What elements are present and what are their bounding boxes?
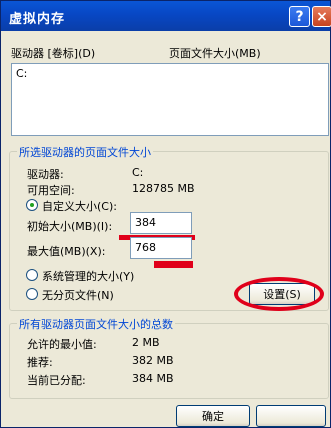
annotation-underline <box>154 261 193 268</box>
no-paging-radio[interactable] <box>26 288 38 300</box>
title-bar[interactable]: 虚拟内存 ? × <box>1 1 331 31</box>
drive-label: 驱动器: <box>27 168 64 181</box>
system-managed-radio[interactable] <box>26 269 38 281</box>
free-space-label: 可用空间: <box>27 184 75 197</box>
no-paging-label[interactable]: 无分页文件(N) <box>42 287 114 303</box>
selected-drive-group-title: 所选驱动器的页面文件大小 <box>17 144 153 160</box>
custom-size-radio[interactable] <box>26 199 38 211</box>
ok-button-label: 确定 <box>202 410 224 423</box>
free-space-value: 128785 MB <box>132 182 195 195</box>
initial-size-label: 初始大小(MB)(I): <box>27 220 113 233</box>
annotation-circle <box>234 277 324 311</box>
close-icon: × <box>316 8 328 25</box>
window-title: 虚拟内存 <box>9 12 66 27</box>
totals-group-title: 所有驱动器页面文件大小的总数 <box>17 316 175 332</box>
drive-list[interactable]: C: <box>11 63 329 136</box>
max-size-input[interactable]: 768 <box>130 237 192 259</box>
cancel-button[interactable] <box>256 405 326 427</box>
custom-size-label[interactable]: 自定义大小(C): <box>42 198 117 214</box>
close-button[interactable]: × <box>312 6 331 27</box>
max-size-label: 最大值(MB)(X): <box>27 245 106 258</box>
virtual-memory-dialog: 虚拟内存 ? × 驱动器 [卷标](D) 页面文件大小(MB) C: 所选驱动器… <box>0 0 331 428</box>
paging-size-column-header: 页面文件大小(MB) <box>169 47 261 60</box>
system-managed-label[interactable]: 系统管理的大小(Y) <box>42 268 134 284</box>
min-allowed-label: 允许的最小值: <box>27 338 97 351</box>
drive-list-item[interactable]: C: <box>16 67 27 80</box>
current-allocated-label: 当前已分配: <box>27 374 86 387</box>
help-icon: ? <box>295 8 304 25</box>
drive-column-header: 驱动器 [卷标](D) <box>11 47 96 60</box>
current-allocated-value: 384 MB <box>132 372 174 385</box>
ok-button[interactable]: 确定 <box>176 405 250 427</box>
help-button[interactable]: ? <box>289 6 310 27</box>
min-allowed-value: 2 MB <box>132 336 160 349</box>
drive-value: C: <box>132 166 144 179</box>
recommended-label: 推荐: <box>27 356 53 369</box>
initial-size-input[interactable]: 384 <box>130 212 192 234</box>
recommended-value: 382 MB <box>132 354 174 367</box>
